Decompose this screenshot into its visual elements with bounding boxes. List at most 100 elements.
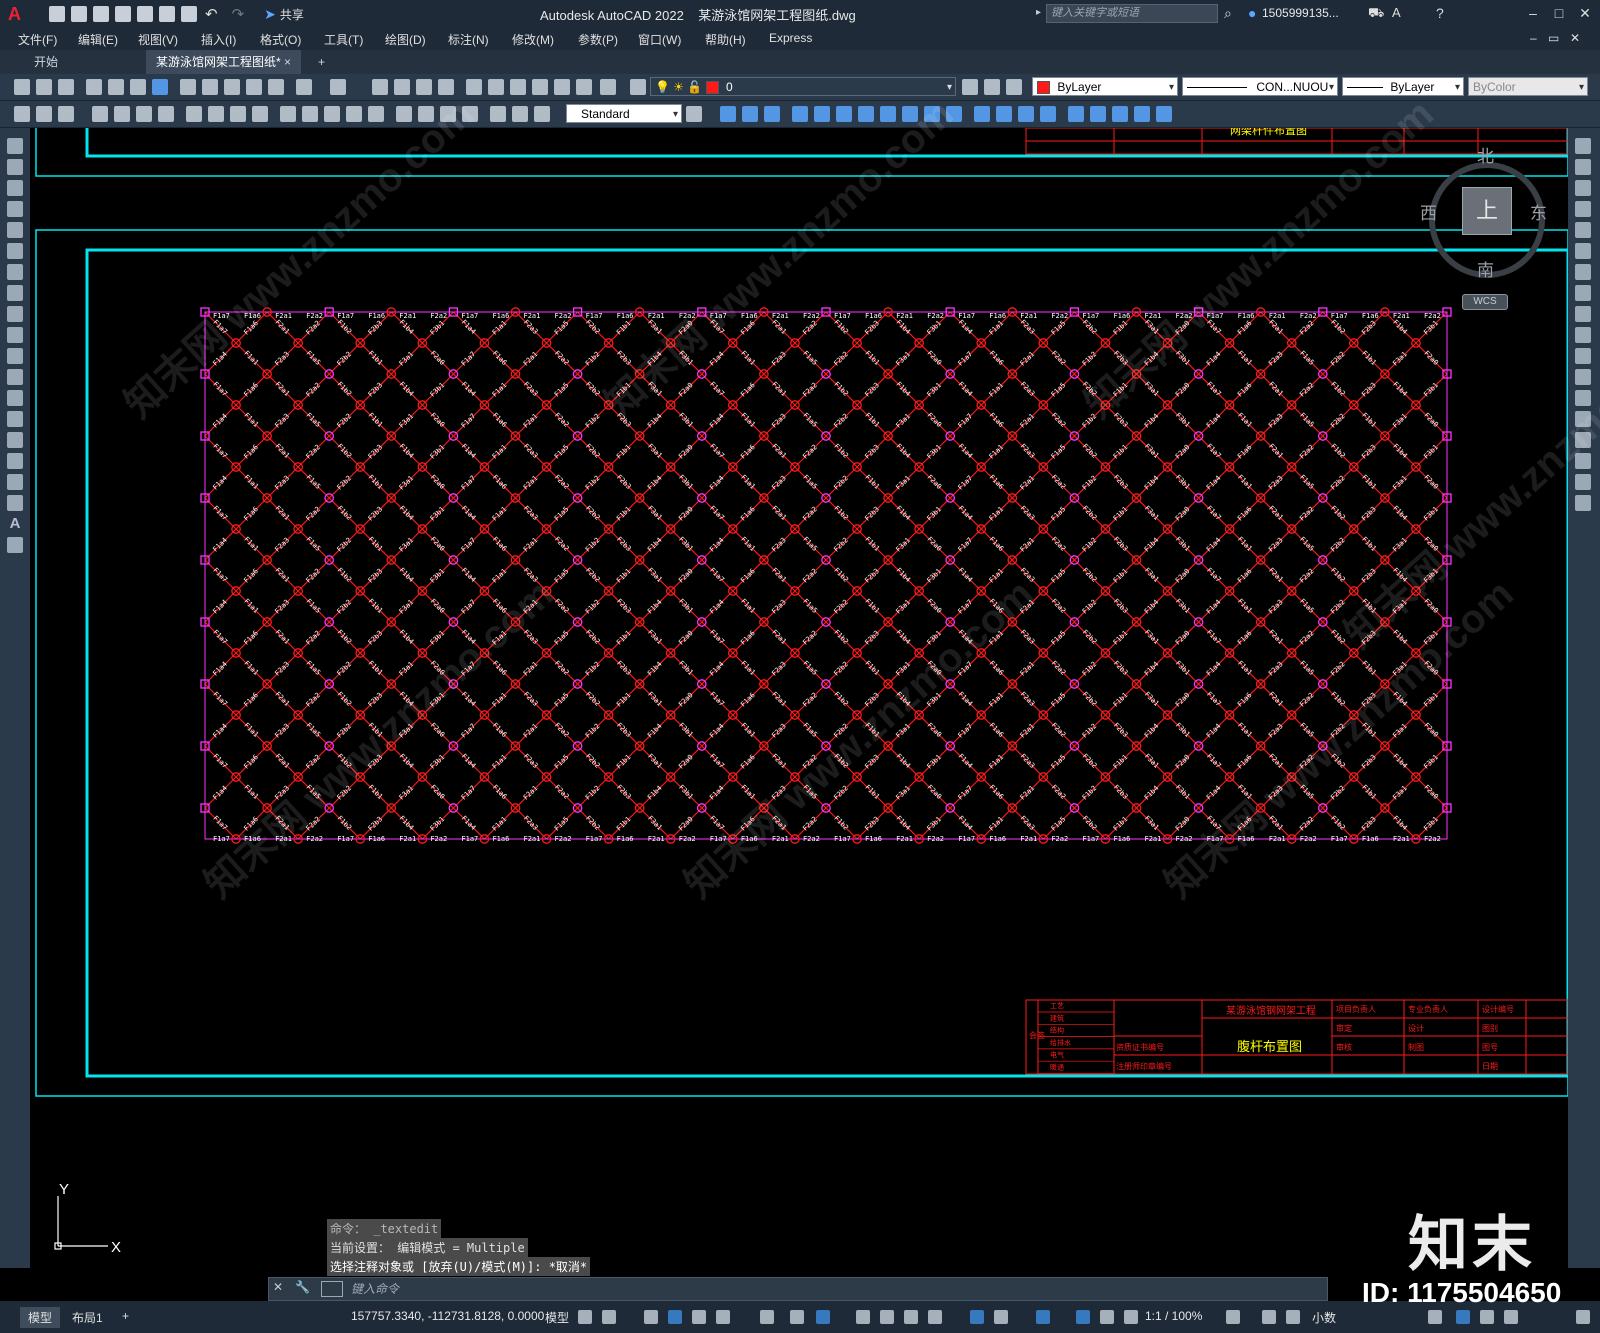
copy-icon[interactable] — [202, 79, 218, 95]
redo-icon[interactable]: ↷ — [232, 5, 245, 23]
isolate-objects-icon[interactable] — [1456, 1310, 1470, 1324]
autocad-logo[interactable]: A — [8, 4, 21, 25]
spline-icon[interactable] — [7, 306, 23, 322]
viewcube-east[interactable]: 东 — [1530, 199, 1547, 224]
aligned-dimension-icon[interactable] — [114, 106, 130, 122]
transparency-icon[interactable] — [880, 1310, 894, 1324]
break-icon[interactable] — [1575, 390, 1591, 406]
command-input[interactable]: 键入命令 — [351, 1280, 399, 1297]
inspection-icon[interactable] — [440, 106, 456, 122]
cart-icon[interactable]: ⛟ — [1368, 5, 1384, 23]
make-current-icon[interactable] — [962, 79, 978, 95]
hatch-icon[interactable] — [7, 432, 23, 448]
menu-edit[interactable]: 编辑(E) — [78, 31, 118, 48]
region-icon[interactable] — [7, 474, 23, 490]
make-block-icon[interactable] — [7, 390, 23, 406]
materials-icon[interactable] — [1018, 106, 1034, 122]
annotation-visibility-icon[interactable] — [1076, 1310, 1090, 1324]
tab-model[interactable]: 模型 — [20, 1307, 61, 1328]
scale-icon[interactable] — [1575, 285, 1591, 301]
arc-icon[interactable] — [7, 243, 23, 259]
open-web-icon[interactable] — [137, 6, 153, 22]
help-icon[interactable] — [600, 79, 616, 95]
gradient-icon[interactable] — [7, 453, 23, 469]
lights-icon[interactable] — [1040, 106, 1056, 122]
ellipse-icon[interactable] — [7, 327, 23, 343]
open-file-icon[interactable] — [71, 6, 87, 22]
copy-object-icon[interactable] — [1575, 159, 1591, 175]
layer-previous-icon[interactable] — [984, 79, 1000, 95]
add-selected-icon[interactable] — [7, 537, 23, 553]
ordinate-icon[interactable] — [158, 106, 174, 122]
publish-icon[interactable] — [130, 79, 146, 95]
save-icon[interactable] — [58, 79, 74, 95]
move-faces-icon[interactable] — [946, 106, 962, 122]
tab-start[interactable]: 开始 — [24, 50, 68, 74]
search-icon[interactable]: ⌕ — [1224, 5, 1232, 22]
customization-icon[interactable] — [1576, 1310, 1590, 1324]
circle-icon[interactable] — [7, 264, 23, 280]
angular-icon[interactable] — [252, 106, 268, 122]
table-icon[interactable] — [7, 495, 23, 511]
clean-screen-icon[interactable] — [1504, 1310, 1518, 1324]
plot-icon[interactable] — [181, 6, 197, 22]
save-as-icon[interactable] — [115, 6, 131, 22]
tolerance-icon[interactable] — [396, 106, 412, 122]
menu-window[interactable]: 窗口(W) — [638, 31, 681, 48]
ucs-face-icon[interactable] — [1134, 106, 1150, 122]
extract-edges-icon[interactable] — [902, 106, 918, 122]
fillet-icon[interactable] — [1575, 453, 1591, 469]
3d-array-icon[interactable] — [880, 106, 896, 122]
menu-parametric[interactable]: 参数(P) — [578, 31, 618, 48]
dimension-break-icon[interactable] — [368, 106, 384, 122]
selection-cycling-icon[interactable] — [904, 1310, 918, 1324]
sheet-set-icon[interactable] — [532, 79, 548, 95]
ucs-object-icon[interactable] — [1156, 106, 1172, 122]
workspace-switch-icon[interactable] — [1226, 1310, 1240, 1324]
close-icon[interactable]: ✕ — [1576, 4, 1594, 22]
trim-icon[interactable] — [1575, 327, 1591, 343]
construction-line-icon[interactable] — [7, 159, 23, 175]
command-line[interactable]: ✕ 🔧 键入命令 — [268, 1277, 1328, 1301]
dimension-edit-icon[interactable] — [490, 106, 506, 122]
offset-icon[interactable] — [1575, 201, 1591, 217]
dynamic-ucs-icon[interactable] — [970, 1310, 984, 1324]
help-search-input[interactable]: 键入关键字或短语 — [1046, 4, 1218, 23]
doc-minimize-icon[interactable]: – — [1530, 31, 1537, 45]
properties-icon[interactable] — [466, 79, 482, 95]
undo-icon[interactable] — [296, 79, 312, 95]
model-space-toggle[interactable]: 模型 — [545, 1309, 569, 1326]
menu-format[interactable]: 格式(O) — [260, 31, 301, 48]
revision-cloud-icon[interactable] — [7, 285, 23, 301]
layer-tools-icon[interactable] — [58, 106, 74, 122]
center-mark-icon[interactable] — [418, 106, 434, 122]
save-web-icon[interactable] — [159, 6, 175, 22]
share-label[interactable]: 共享 — [280, 6, 304, 23]
layer-states-icon[interactable] — [1006, 79, 1022, 95]
break-at-point-icon[interactable] — [1575, 369, 1591, 385]
annotation-scale[interactable]: 1:1 / 100% — [1145, 1309, 1202, 1323]
ucs-world-icon[interactable] — [1090, 106, 1106, 122]
rectangle-icon[interactable] — [7, 222, 23, 238]
customize-icon[interactable]: 🔧 — [295, 1280, 310, 1294]
redo-icon[interactable] — [330, 79, 346, 95]
save-icon[interactable] — [93, 6, 109, 22]
extend-icon[interactable] — [1575, 348, 1591, 364]
layer-properties-icon[interactable] — [630, 79, 646, 95]
continue-icon[interactable] — [324, 106, 340, 122]
3d-rotate-icon[interactable] — [814, 106, 830, 122]
zoom-window-icon[interactable] — [416, 79, 432, 95]
dimension-update-icon[interactable] — [534, 106, 550, 122]
dimension-style-icon[interactable] — [686, 106, 702, 122]
dimension-space-icon[interactable] — [346, 106, 362, 122]
grid-icon[interactable] — [578, 1310, 592, 1324]
line-icon[interactable] — [7, 138, 23, 154]
minimize-icon[interactable]: – — [1524, 4, 1542, 22]
zoom-realtime-icon[interactable] — [394, 79, 410, 95]
viewcube-north[interactable]: 北 — [1477, 142, 1494, 167]
ortho-icon[interactable] — [644, 1310, 658, 1324]
jogged-icon[interactable] — [208, 106, 224, 122]
drawing-viewport[interactable]: 网架杆件布置图 F1a7 F1a6 F2a1 F2a2 F1b2 F2b3 F1b4 F3b1… — [30, 128, 1568, 1268]
tab-close-icon[interactable]: × — [274, 50, 301, 74]
3d-union-icon[interactable] — [742, 106, 758, 122]
